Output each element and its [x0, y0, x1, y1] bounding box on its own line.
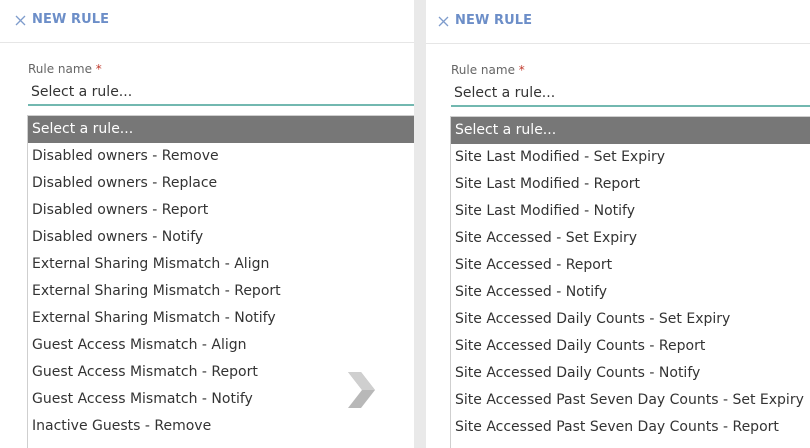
close-icon[interactable] [438, 16, 449, 27]
dropdown-option[interactable]: Site Accessed Past Seven Day Counts - Re… [451, 414, 810, 441]
dropdown-option[interactable]: Guest Access Mismatch - Align [28, 332, 414, 359]
rule-name-label-text: Rule name [28, 62, 92, 76]
rule-name-select[interactable]: Select a rule... [451, 79, 810, 107]
rule-dropdown-list: Select a rule... Site Last Modified - Se… [450, 116, 810, 448]
dropdown-option[interactable]: Disabled owners - Replace [28, 170, 414, 197]
dropdown-option[interactable]: Site Accessed Past Seven Day Counts - Se… [451, 387, 810, 414]
close-icon[interactable] [15, 15, 26, 26]
dropdown-option[interactable]: Site Last Modified - Set Expiry [451, 144, 810, 171]
dropdown-option[interactable]: Disabled owners - Report [28, 197, 414, 224]
dropdown-option[interactable]: Site Last Modified - Report [451, 171, 810, 198]
dropdown-option[interactable]: Site Accessed Daily Counts - Notify [451, 360, 810, 387]
dropdown-option[interactable]: Site Accessed - Notify [451, 279, 810, 306]
dropdown-option[interactable]: Select a rule... [451, 117, 810, 144]
right-rule-panel: NEW RULE Rule name * Select a rule... Se… [426, 0, 810, 448]
dropdown-option[interactable]: Site Accessed Daily Counts - Set Expiry [451, 306, 810, 333]
panel-divider [414, 0, 426, 448]
panel-header: NEW RULE [426, 1, 810, 44]
dropdown-option[interactable]: Site Last Modified - Notify [451, 198, 810, 225]
chevron-right-icon [348, 372, 375, 408]
dropdown-option[interactable]: Select a rule... [28, 116, 414, 143]
dropdown-option[interactable]: Disabled owners - Notify [28, 224, 414, 251]
dropdown-option[interactable]: Site Accessed - Set Expiry [451, 225, 810, 252]
rule-name-label-text: Rule name [451, 63, 515, 77]
panel-title: NEW RULE [32, 12, 110, 27]
rule-name-label: Rule name * [451, 63, 525, 77]
panel-title: NEW RULE [455, 13, 533, 28]
dropdown-option[interactable]: Site Accessed Daily Counts - Report [451, 333, 810, 360]
dropdown-option[interactable]: Inactive Guests - Remove [28, 413, 414, 440]
dropdown-option[interactable]: External Sharing Mismatch - Align [28, 251, 414, 278]
required-marker: * [518, 63, 525, 77]
dropdown-option[interactable]: Site Accessed - Report [451, 252, 810, 279]
panel-header: NEW RULE [0, 0, 414, 43]
dropdown-option[interactable]: Disabled owners - Remove [28, 143, 414, 170]
rule-name-label: Rule name * [28, 62, 102, 76]
dropdown-option[interactable]: External Sharing Mismatch - Notify [28, 305, 414, 332]
required-marker: * [95, 62, 102, 76]
dropdown-option[interactable]: External Sharing Mismatch - Report [28, 278, 414, 305]
rule-name-select[interactable]: Select a rule... [28, 78, 414, 106]
